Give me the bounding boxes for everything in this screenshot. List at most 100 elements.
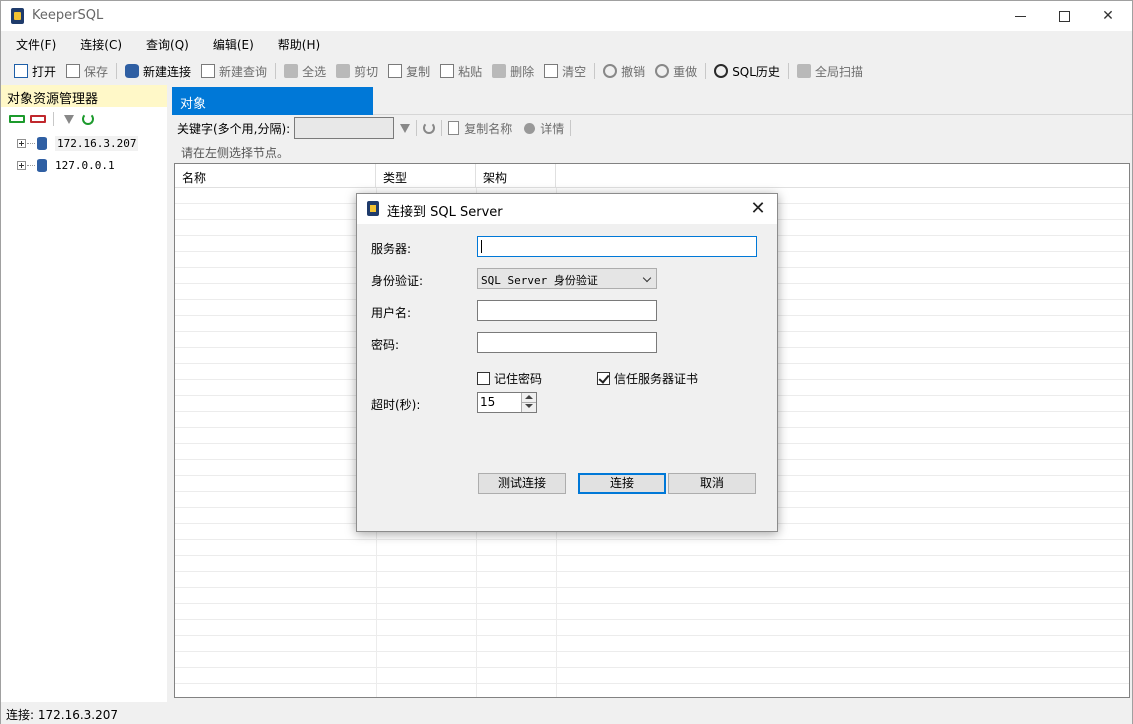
new-query-label: 新建查询 [219, 64, 268, 79]
new-connection-label: 新建连接 [143, 64, 192, 79]
column-header-name[interactable]: 名称 [175, 164, 376, 188]
password-label: 密码: [371, 338, 400, 352]
redo-icon [655, 64, 670, 78]
cut-icon [336, 64, 351, 78]
menu-help[interactable]: 帮助(H) [263, 33, 329, 55]
history-icon [714, 64, 729, 78]
remember-password-box[interactable] [477, 372, 490, 385]
menu-file[interactable]: 文件(F) [1, 33, 65, 55]
stepper-up-icon[interactable] [525, 395, 533, 399]
server-icon [37, 136, 47, 150]
app-logo-icon [367, 201, 379, 216]
connect-dialog: 连接到 SQL Server ✕ 服务器: 身份验证: SQL Server 身… [356, 193, 778, 532]
menu-connect[interactable]: 连接(C) [65, 33, 131, 55]
menu-edit[interactable]: 编辑(E) [198, 33, 263, 55]
timeout-value: 15 [480, 395, 496, 409]
open-button[interactable]: 打开 [9, 60, 61, 82]
delete-button[interactable]: 删除 [487, 60, 539, 82]
global-scan-label: 全局扫描 [814, 64, 863, 79]
tree-node-server[interactable]: 172.16.3.207 [1, 133, 139, 153]
object-search-bar: 关键字(多个用,分隔): 复制名称 详情 [172, 116, 572, 140]
main-window: KeeperSQL ✕ 文件(F) 连接(C) 查询(Q) 编辑(E) 帮助(H… [0, 0, 1133, 724]
title-bar: KeeperSQL ✕ [1, 1, 1132, 31]
username-label: 用户名: [371, 306, 412, 320]
maximize-icon [1058, 10, 1070, 22]
open-icon [14, 64, 28, 78]
tree-node-server[interactable]: 127.0.0.1 [1, 155, 115, 175]
explorer-toolbar-separator [53, 112, 54, 126]
column-header-type[interactable]: 类型 [376, 164, 476, 188]
stepper-down-icon[interactable] [525, 404, 533, 408]
column-header-schema[interactable]: 架构 [476, 164, 556, 188]
menu-query[interactable]: 查询(Q) [131, 33, 198, 55]
disconnect-icon[interactable] [30, 115, 46, 123]
database-icon [125, 64, 140, 78]
delete-icon [492, 64, 507, 78]
stepper-buttons[interactable] [521, 393, 536, 412]
filter-button[interactable] [394, 117, 416, 139]
close-window-button[interactable]: ✕ [1085, 1, 1131, 31]
tab-objects[interactable]: 对象 [172, 87, 373, 115]
undo-label: 撤销 [621, 64, 646, 79]
sql-history-button[interactable]: SQL历史 [709, 60, 785, 82]
redo-button[interactable]: 重做 [650, 60, 702, 82]
new-connection-button[interactable]: 新建连接 [120, 60, 196, 82]
keyword-input[interactable] [294, 117, 395, 139]
server-input[interactable] [477, 236, 757, 257]
details-label: 详情 [540, 121, 565, 136]
details-button[interactable]: 详情 [518, 117, 570, 139]
clear-label: 清空 [562, 64, 587, 79]
refresh-icon[interactable] [82, 113, 94, 125]
window-title: KeeperSQL [32, 8, 104, 23]
minimize-button[interactable] [997, 1, 1043, 31]
trust-certificate-label: 信任服务器证书 [614, 372, 699, 386]
keyword-label: 关键字(多个用,分隔): [177, 121, 291, 136]
minimize-icon [1014, 15, 1026, 17]
password-input[interactable] [477, 332, 657, 353]
copy-icon [448, 121, 460, 135]
paste-button[interactable]: 粘贴 [435, 60, 487, 82]
timeout-stepper[interactable]: 15 [477, 392, 537, 413]
username-input[interactable] [477, 300, 657, 321]
copy-button[interactable]: 复制 [383, 60, 435, 82]
save-label: 保存 [84, 64, 109, 79]
save-button[interactable]: 保存 [61, 60, 113, 82]
object-explorer: 对象资源管理器 172.16.3.207 127.0.0.1 [1, 85, 167, 702]
dialog-close-button[interactable]: ✕ [747, 198, 769, 220]
copy-name-button[interactable]: 复制名称 [442, 117, 518, 139]
tree-node-label: 127.0.0.1 [55, 158, 115, 172]
cancel-button[interactable]: 取消 [668, 473, 756, 494]
select-all-label: 全选 [302, 64, 327, 79]
maximize-button[interactable] [1041, 1, 1087, 31]
close-icon: ✕ [1102, 8, 1114, 24]
auth-select[interactable]: SQL Server 身份验证 [477, 268, 657, 289]
clear-button[interactable]: 清空 [539, 60, 591, 82]
filter-icon[interactable] [64, 114, 74, 124]
expand-icon[interactable] [17, 160, 26, 170]
tab-strip [373, 87, 1132, 115]
remember-password-checkbox[interactable]: 记住密码 [477, 370, 542, 387]
auth-selected-value: SQL Server 身份验证 [481, 274, 598, 287]
tree-connector [27, 164, 35, 166]
global-scan-button[interactable]: 全局扫描 [792, 60, 868, 82]
redo-label: 重做 [673, 64, 698, 79]
toolbar-separator [116, 63, 118, 79]
copy-icon [388, 64, 403, 78]
trust-certificate-box[interactable] [597, 372, 610, 385]
new-query-icon [201, 64, 216, 78]
dialog-title-bar: 连接到 SQL Server ✕ [357, 194, 777, 224]
tree-connector [27, 142, 35, 144]
cut-button[interactable]: 剪切 [331, 60, 383, 82]
copy-label: 复制 [406, 64, 431, 79]
connect-icon[interactable] [9, 115, 25, 123]
auth-label: 身份验证: [371, 274, 424, 288]
test-connection-button[interactable]: 测试连接 [478, 473, 566, 494]
explorer-toolbar [1, 109, 94, 129]
undo-button[interactable]: 撤销 [598, 60, 650, 82]
select-all-button[interactable]: 全选 [279, 60, 331, 82]
trust-certificate-checkbox[interactable]: 信任服务器证书 [597, 370, 698, 387]
refresh-button[interactable] [417, 117, 441, 139]
expand-icon[interactable] [17, 138, 26, 148]
connect-button[interactable]: 连接 [578, 473, 666, 494]
new-query-button[interactable]: 新建查询 [196, 60, 272, 82]
